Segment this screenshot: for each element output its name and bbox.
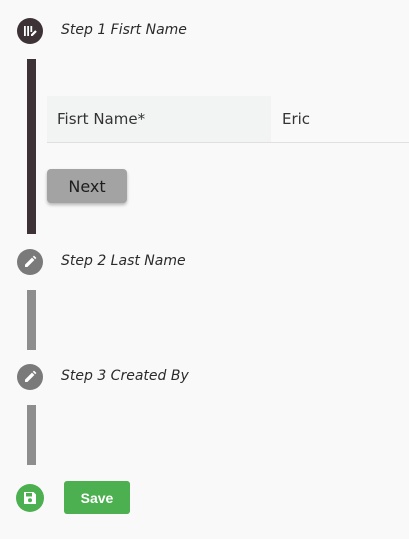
first-name-field-row: Fisrt Name* Eric <box>47 96 409 143</box>
pencil-icon[interactable] <box>17 249 43 275</box>
step-2-label[interactable]: Step 2 Last Name <box>61 253 186 269</box>
first-name-field-label: Fisrt Name* <box>47 96 271 142</box>
save-button[interactable]: Save <box>64 481 130 514</box>
step-3-label[interactable]: Step 3 Created By <box>61 368 189 384</box>
pencil-icon[interactable] <box>17 364 43 390</box>
step-2-connector <box>27 290 36 350</box>
step-1-connector <box>27 59 36 234</box>
floppy-disk-icon <box>16 484 44 512</box>
step-3-connector <box>27 405 36 465</box>
step-1-label[interactable]: Step 1 Fisrt Name <box>61 22 187 38</box>
edit-note-icon[interactable] <box>17 18 43 44</box>
first-name-field-value[interactable]: Eric <box>271 96 409 142</box>
next-button[interactable]: Next <box>47 169 127 203</box>
